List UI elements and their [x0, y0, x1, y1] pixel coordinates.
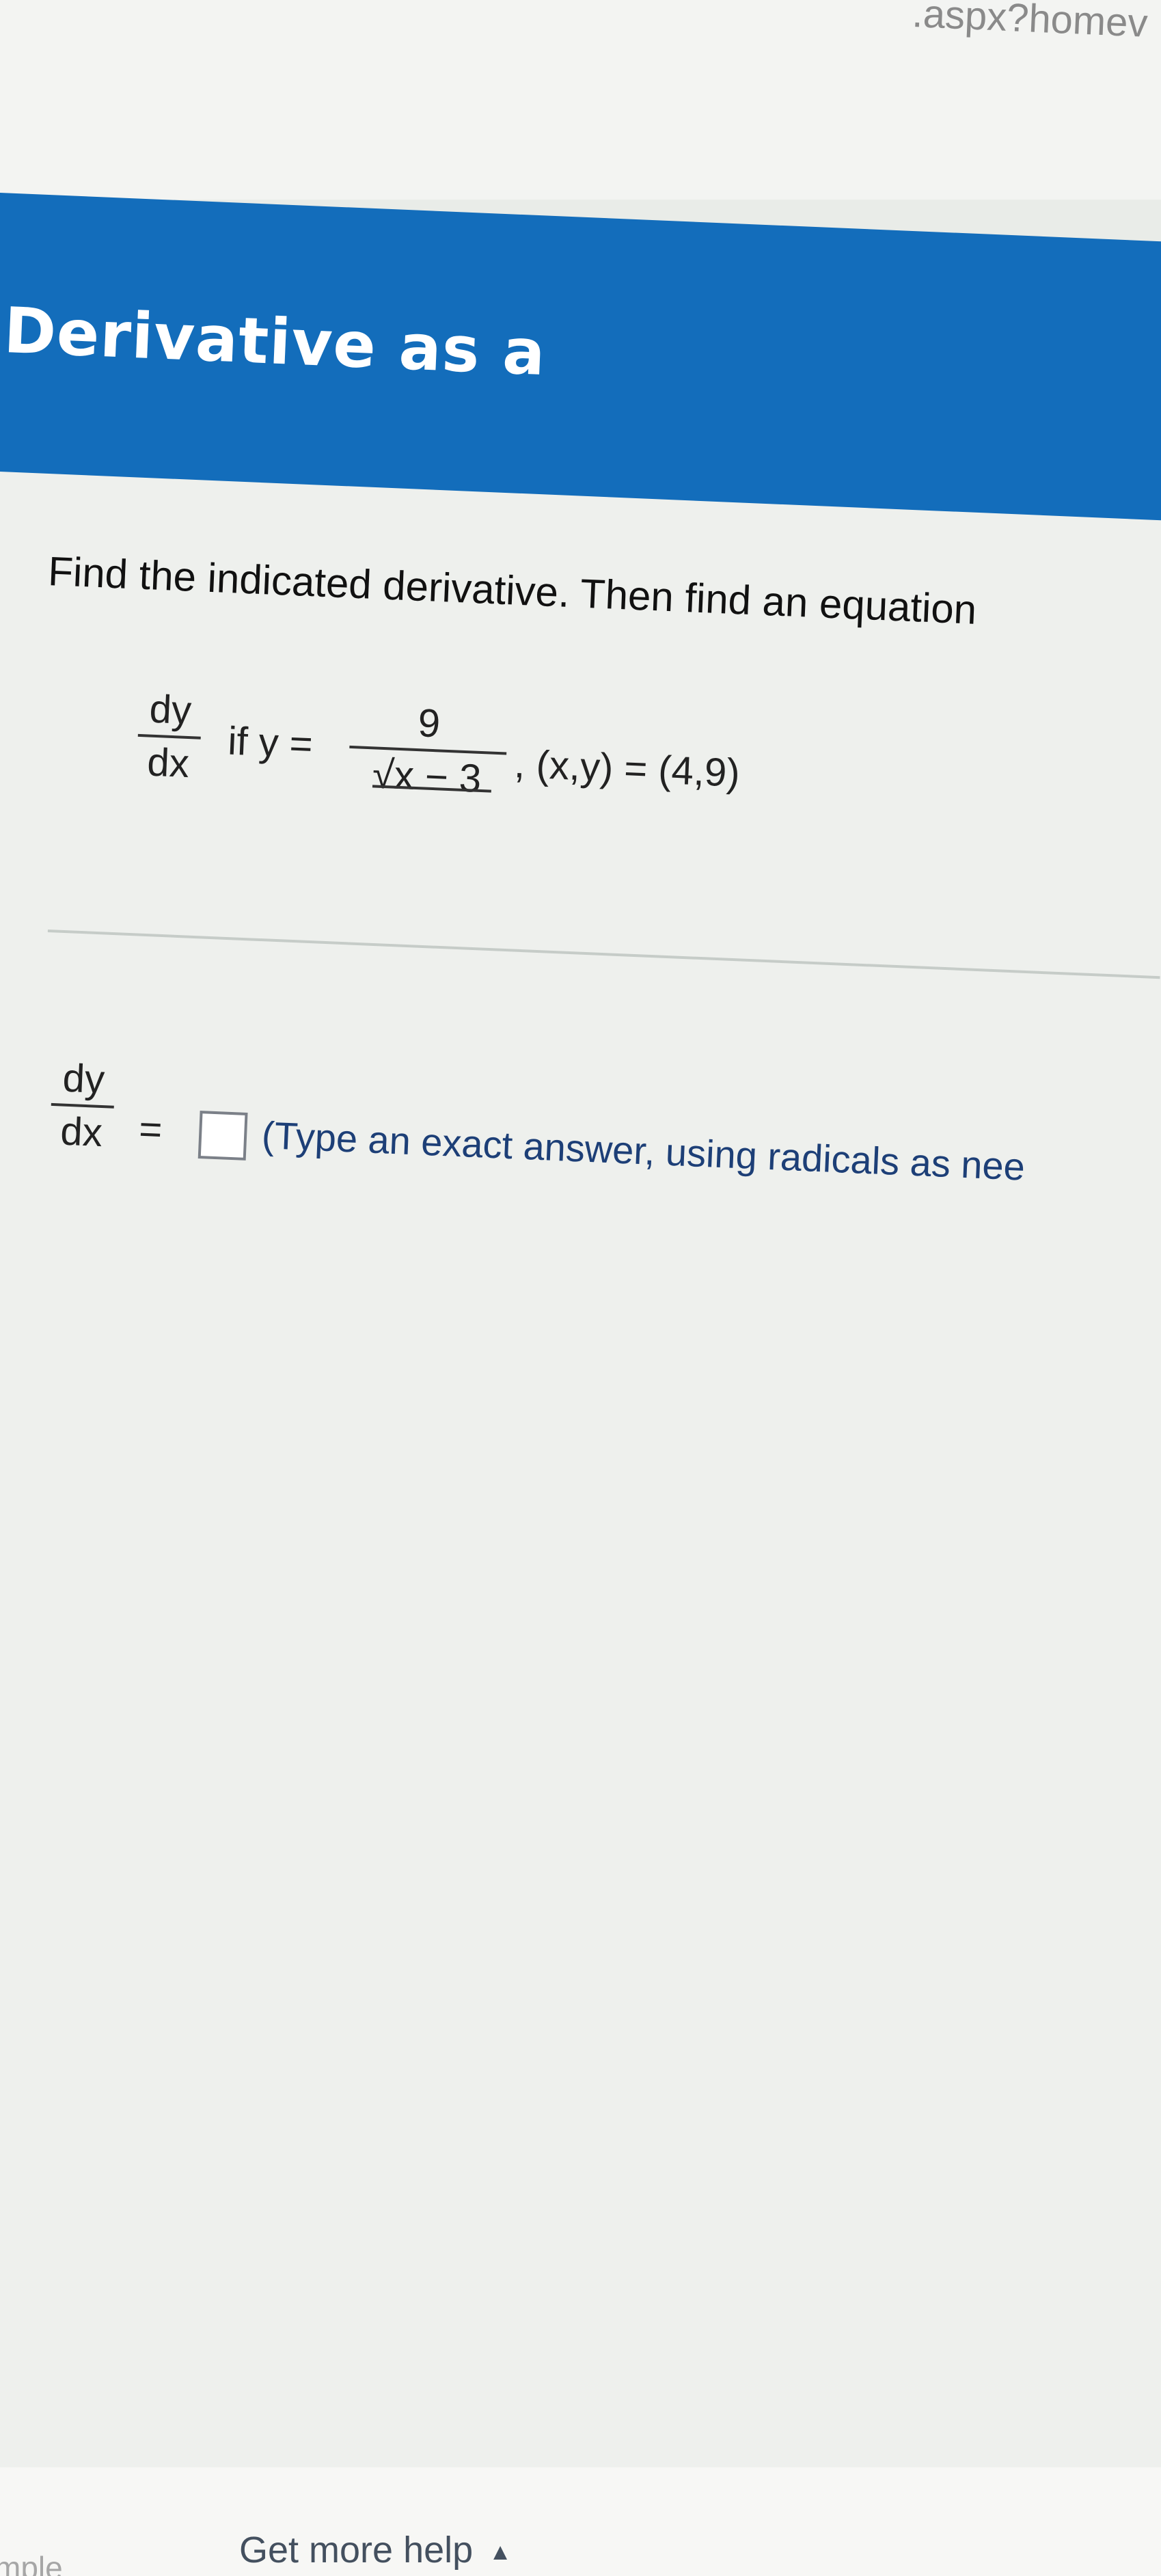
get-more-help-button[interactable]: Get more help ▲ — [239, 2529, 512, 2571]
answer-dy-numerator: dy — [62, 1055, 106, 1102]
function-numerator: 9 — [417, 701, 441, 746]
answer-dy-dx-fraction: dy dx — [49, 1053, 116, 1159]
caret-up-icon: ▲ — [489, 2539, 512, 2566]
answer-dx-denominator: dx — [59, 1109, 104, 1156]
get-more-help-label: Get more help — [239, 2530, 474, 2571]
derivative-problem-equation: dy dx if y = 9 √x − 3 , (x,y) = (4,9) — [133, 683, 891, 879]
square-root-icon: √ — [371, 752, 396, 798]
answer-instruction: (Type an exact answer, using radicals as… — [260, 1113, 1026, 1189]
browser-address-area: .aspx?homev — [0, 0, 1161, 200]
radical-denominator: √x − 3 — [347, 748, 506, 806]
footer-left-fragment: mple — [0, 2550, 63, 2576]
math-homework-screen: .aspx?homev Derivative as a Find the ind… — [0, 0, 1161, 2576]
dy-numerator: dy — [148, 686, 193, 733]
derivative-answer-input[interactable] — [197, 1111, 248, 1161]
address-text: .aspx?homev — [911, 0, 1149, 46]
radical-content: x − 3 — [393, 753, 482, 801]
dy-dx-fraction: dy dx — [136, 683, 203, 790]
footer-bar — [0, 2467, 1161, 2576]
point-condition-text: , (x,y) = (4,9) — [513, 742, 741, 796]
address-bar-fragment[interactable]: .aspx?homev — [911, 0, 1149, 48]
answer-equals-sign: = — [138, 1107, 163, 1152]
if-y-equals-text: if y = — [227, 718, 314, 767]
dx-denominator: dx — [146, 740, 191, 787]
